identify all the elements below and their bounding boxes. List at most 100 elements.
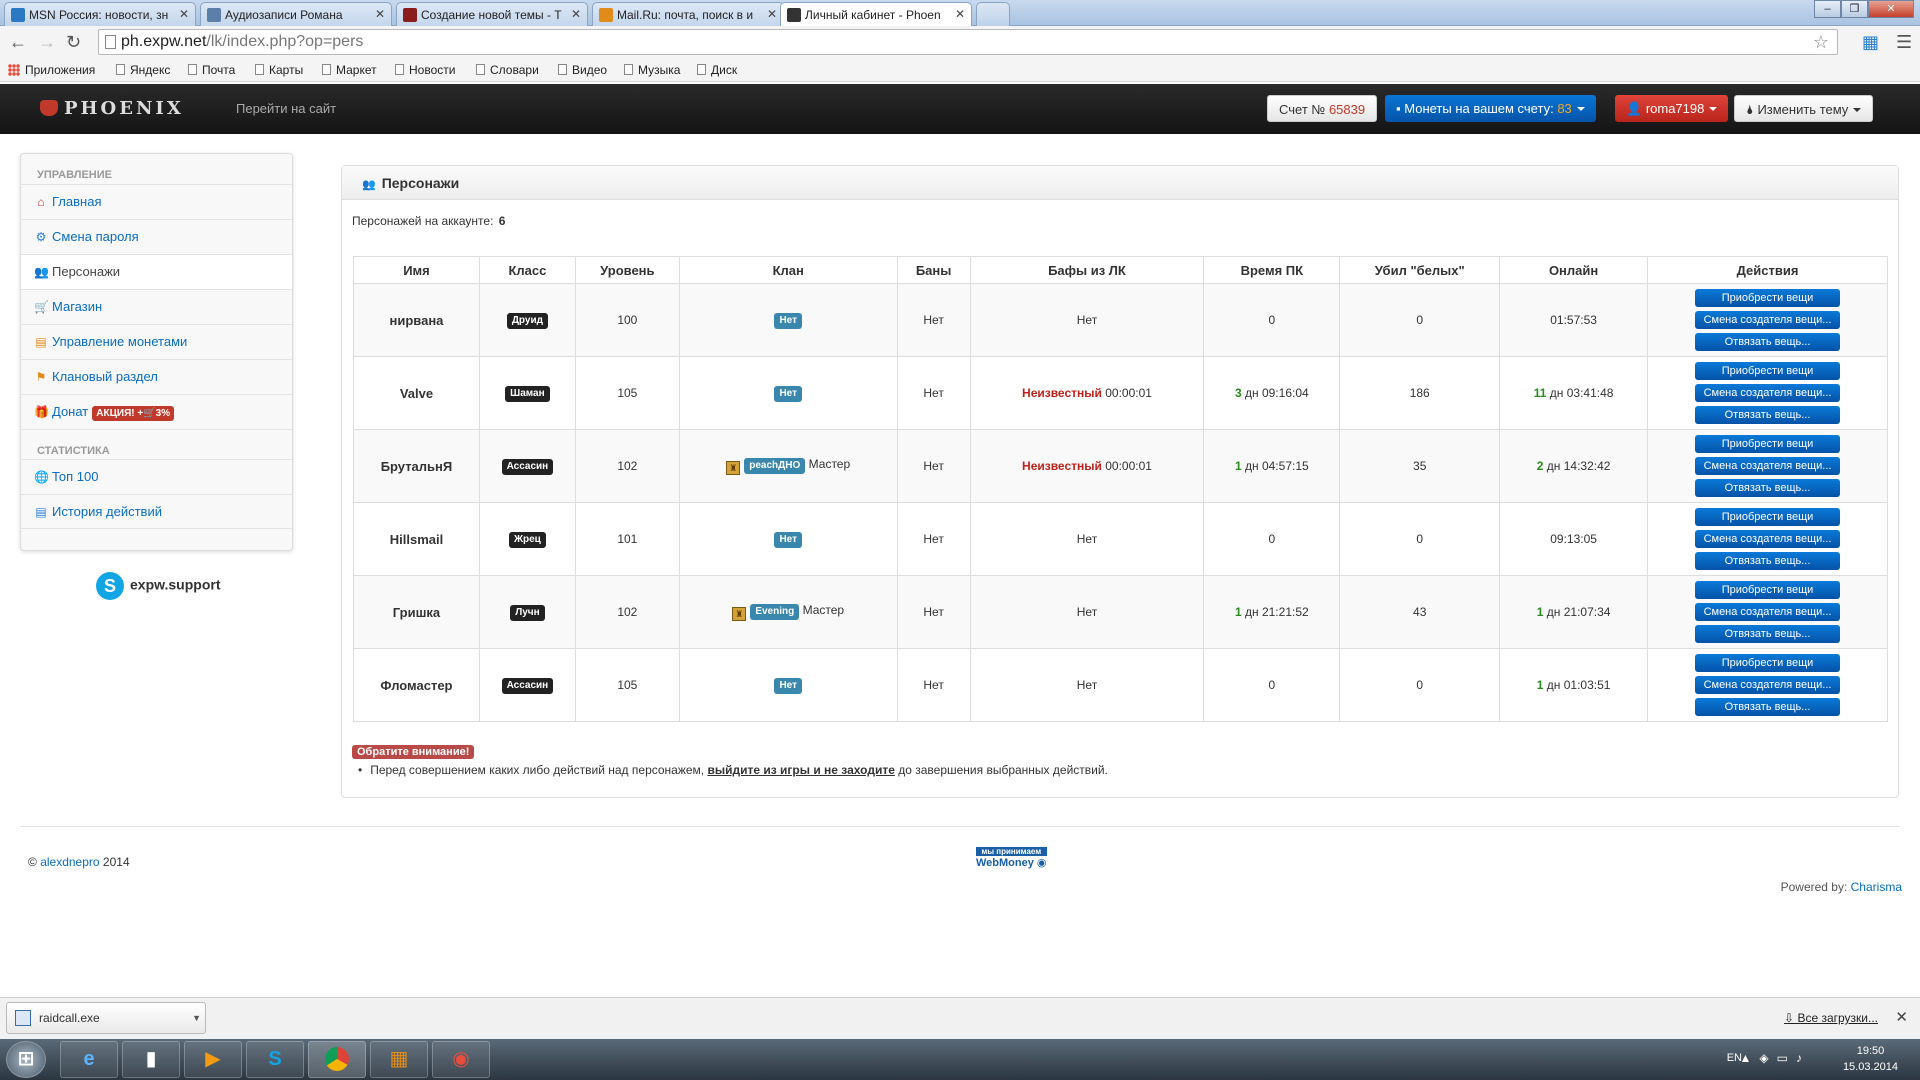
sidebar-item-password[interactable]: ⚙ Смена пароля xyxy=(21,219,292,254)
close-icon[interactable]: ✕ xyxy=(955,7,965,21)
bookmark-video[interactable]: Видео xyxy=(558,63,607,77)
change-item-creator-button[interactable]: Смена создателя вещи... xyxy=(1695,311,1841,329)
skype-icon[interactable]: S xyxy=(246,1041,304,1078)
buy-items-button[interactable]: Приобрести вещи xyxy=(1695,654,1841,672)
bookmark-disk[interactable]: Диск xyxy=(697,63,737,77)
webmoney-badge[interactable]: мы принимаем WebMoney ◉ xyxy=(976,847,1047,869)
reload-icon[interactable]: ↻ xyxy=(66,32,81,53)
restore-icon[interactable]: ❐ xyxy=(1841,0,1868,18)
cell-online: 11 дн 03:41:48 xyxy=(1499,356,1649,430)
buy-items-button[interactable]: Приобрести вещи xyxy=(1695,289,1841,307)
vk-favicon-icon xyxy=(207,8,221,22)
buff-none: Нет xyxy=(1076,678,1098,692)
media-player-icon[interactable]: ▶ xyxy=(184,1041,242,1078)
browser-tab-audio[interactable]: Аудиозаписи Романа ✕ xyxy=(200,2,392,26)
buy-items-button[interactable]: Приобрести вещи xyxy=(1695,435,1841,453)
author-link[interactable]: alexdnepro xyxy=(40,855,99,869)
clan-name-badge[interactable]: Evening xyxy=(750,604,800,620)
minimize-icon[interactable]: – xyxy=(1814,0,1841,18)
unbind-item-button[interactable]: Отвязать вещь... xyxy=(1695,625,1841,643)
menu-icon[interactable]: ☰ xyxy=(1896,32,1912,53)
sidebar-item-coins[interactable]: ▤ Управление монетами xyxy=(21,324,292,359)
coins-button[interactable]: ▪ Монеты на вашем счету: 83 xyxy=(1385,95,1596,122)
buff-unknown: Неизвестный xyxy=(1022,459,1102,473)
close-icon[interactable]: ✕ xyxy=(179,7,189,21)
bookmark-news[interactable]: Новости xyxy=(395,63,455,77)
app-icon[interactable]: ▮ xyxy=(122,1041,180,1078)
bookmark-label: Видео xyxy=(572,63,608,77)
online-time: 09:13:05 xyxy=(1550,532,1597,546)
change-item-creator-button[interactable]: Смена создателя вещи... xyxy=(1695,603,1841,621)
close-icon[interactable]: ✕ xyxy=(1895,1008,1908,1026)
chevron-down-icon[interactable]: ▼ xyxy=(192,1003,201,1033)
raidcall-icon[interactable]: ◉ xyxy=(432,1041,490,1078)
star-icon[interactable]: ☆ xyxy=(1813,30,1829,54)
user-menu-button[interactable]: 👤 roma7198 xyxy=(1615,95,1729,122)
bookmark-music[interactable]: Музыка xyxy=(624,63,680,77)
change-item-creator-button[interactable]: Смена создателя вещи... xyxy=(1695,457,1841,475)
close-icon[interactable]: ✕ xyxy=(375,7,385,21)
unbind-item-button[interactable]: Отвязать вещь... xyxy=(1695,333,1841,351)
logo[interactable]: PHOENIX xyxy=(40,98,184,119)
account-number: 65839 xyxy=(1328,102,1366,117)
change-item-creator-button[interactable]: Смена создателя вещи... xyxy=(1695,384,1841,402)
sidebar-item-history[interactable]: ▤ История действий xyxy=(21,494,292,529)
charisma-link[interactable]: Charisma xyxy=(1851,880,1902,894)
buff-none: Нет xyxy=(1076,532,1098,546)
bookmark-maps[interactable]: Карты xyxy=(255,63,303,77)
powered-label: Powered by: xyxy=(1780,880,1848,894)
ie-icon[interactable]: e xyxy=(60,1041,118,1078)
buy-items-button[interactable]: Приобрести вещи xyxy=(1695,508,1841,526)
account-number-button[interactable]: Счет № 65839 xyxy=(1267,95,1378,122)
bookmark-market[interactable]: Маркет xyxy=(322,63,377,77)
unbind-item-button[interactable]: Отвязать вещь... xyxy=(1695,479,1841,497)
pk-time: дн 09:16:04 xyxy=(1245,386,1309,400)
tray-icons[interactable]: ▲◈▭♪ xyxy=(1740,1051,1810,1065)
sidebar-item-home[interactable]: ⌂ Главная xyxy=(21,184,292,219)
bookmark-dictionaries[interactable]: Словари xyxy=(476,63,539,77)
sidebar-item-top100[interactable]: 🌐 Топ 100 xyxy=(21,459,292,494)
bookmark-mail[interactable]: Почта xyxy=(188,63,235,77)
back-icon[interactable]: ← xyxy=(9,32,27,53)
new-tab-button[interactable] xyxy=(976,2,1010,26)
browser-tabstrip: MSN Россия: новости, зн ✕ Аудиозаписи Ро… xyxy=(0,0,1920,27)
buy-items-button[interactable]: Приобрести вещи xyxy=(1695,581,1841,599)
sidebar-item-donate[interactable]: 🎁 Донат АКЦИЯ! +🛒3% xyxy=(21,394,292,429)
unbind-item-button[interactable]: Отвязать вещь... xyxy=(1695,552,1841,570)
extension-grid-icon[interactable]: ▦ xyxy=(1862,32,1879,53)
clan-name-badge[interactable]: peachДНО xyxy=(744,458,806,474)
address-bar[interactable]: ph.expw.net/lk/index.php?op=pers ☆ xyxy=(98,29,1838,55)
game-icon[interactable]: ▦ xyxy=(370,1041,428,1078)
buy-items-button[interactable]: Приобрести вещи xyxy=(1695,362,1841,380)
bookmark-apps[interactable]: Приложения xyxy=(8,63,95,77)
download-filename: raidcall.exe xyxy=(39,1011,100,1025)
change-item-creator-button[interactable]: Смена создателя вещи... xyxy=(1695,676,1841,694)
unbind-item-button[interactable]: Отвязать вещь... xyxy=(1695,406,1841,424)
coins-icon: ▤ xyxy=(35,335,47,349)
browser-tab-cabinet[interactable]: Личный кабинет - Phoen ✕ xyxy=(780,2,972,27)
start-button[interactable]: ⊞ xyxy=(6,1041,46,1078)
close-icon[interactable]: ✕ xyxy=(571,7,581,21)
cell-bans: Нет xyxy=(896,429,971,503)
change-item-creator-button[interactable]: Смена создателя вещи... xyxy=(1695,530,1841,548)
download-item[interactable]: raidcall.exe ▼ xyxy=(6,1002,206,1034)
all-downloads-link[interactable]: ⇩ Все загрузки... xyxy=(1784,1011,1878,1025)
browser-tab-forum[interactable]: Создание новой темы - Т ✕ xyxy=(396,2,588,26)
clock[interactable]: 19:50 15.03.2014 xyxy=(1843,1043,1898,1075)
sidebar-item-shop[interactable]: 🛒 Магазин xyxy=(21,289,292,324)
skype-support-link[interactable]: Sexpw.support xyxy=(96,572,221,600)
goto-site-link[interactable]: Перейти на сайт xyxy=(236,101,336,116)
clan-emblem-icon: ♜ xyxy=(732,607,747,621)
browser-tab-msn[interactable]: MSN Россия: новости, зн ✕ xyxy=(4,2,196,26)
characters-panel: 👥 Персонажи Персонажей на аккаунте: 6 Имя… xyxy=(341,165,1899,798)
unbind-item-button[interactable]: Отвязать вещь... xyxy=(1695,698,1841,716)
change-theme-button[interactable]: 🌢 Изменить тему xyxy=(1734,95,1874,122)
chrome-icon[interactable] xyxy=(308,1041,366,1078)
sidebar-item-characters[interactable]: 👥 Персонажи xyxy=(21,254,292,289)
window-close-icon[interactable]: ✕ xyxy=(1868,0,1914,18)
forward-icon[interactable]: → xyxy=(38,32,56,53)
browser-tab-mail[interactable]: Mail.Ru: почта, поиск в и ✕ xyxy=(592,2,784,26)
close-icon[interactable]: ✕ xyxy=(767,7,777,21)
sidebar-item-clan[interactable]: ⚑ Клановый раздел xyxy=(21,359,292,394)
bookmark-yandex[interactable]: Яндекс xyxy=(116,63,170,77)
